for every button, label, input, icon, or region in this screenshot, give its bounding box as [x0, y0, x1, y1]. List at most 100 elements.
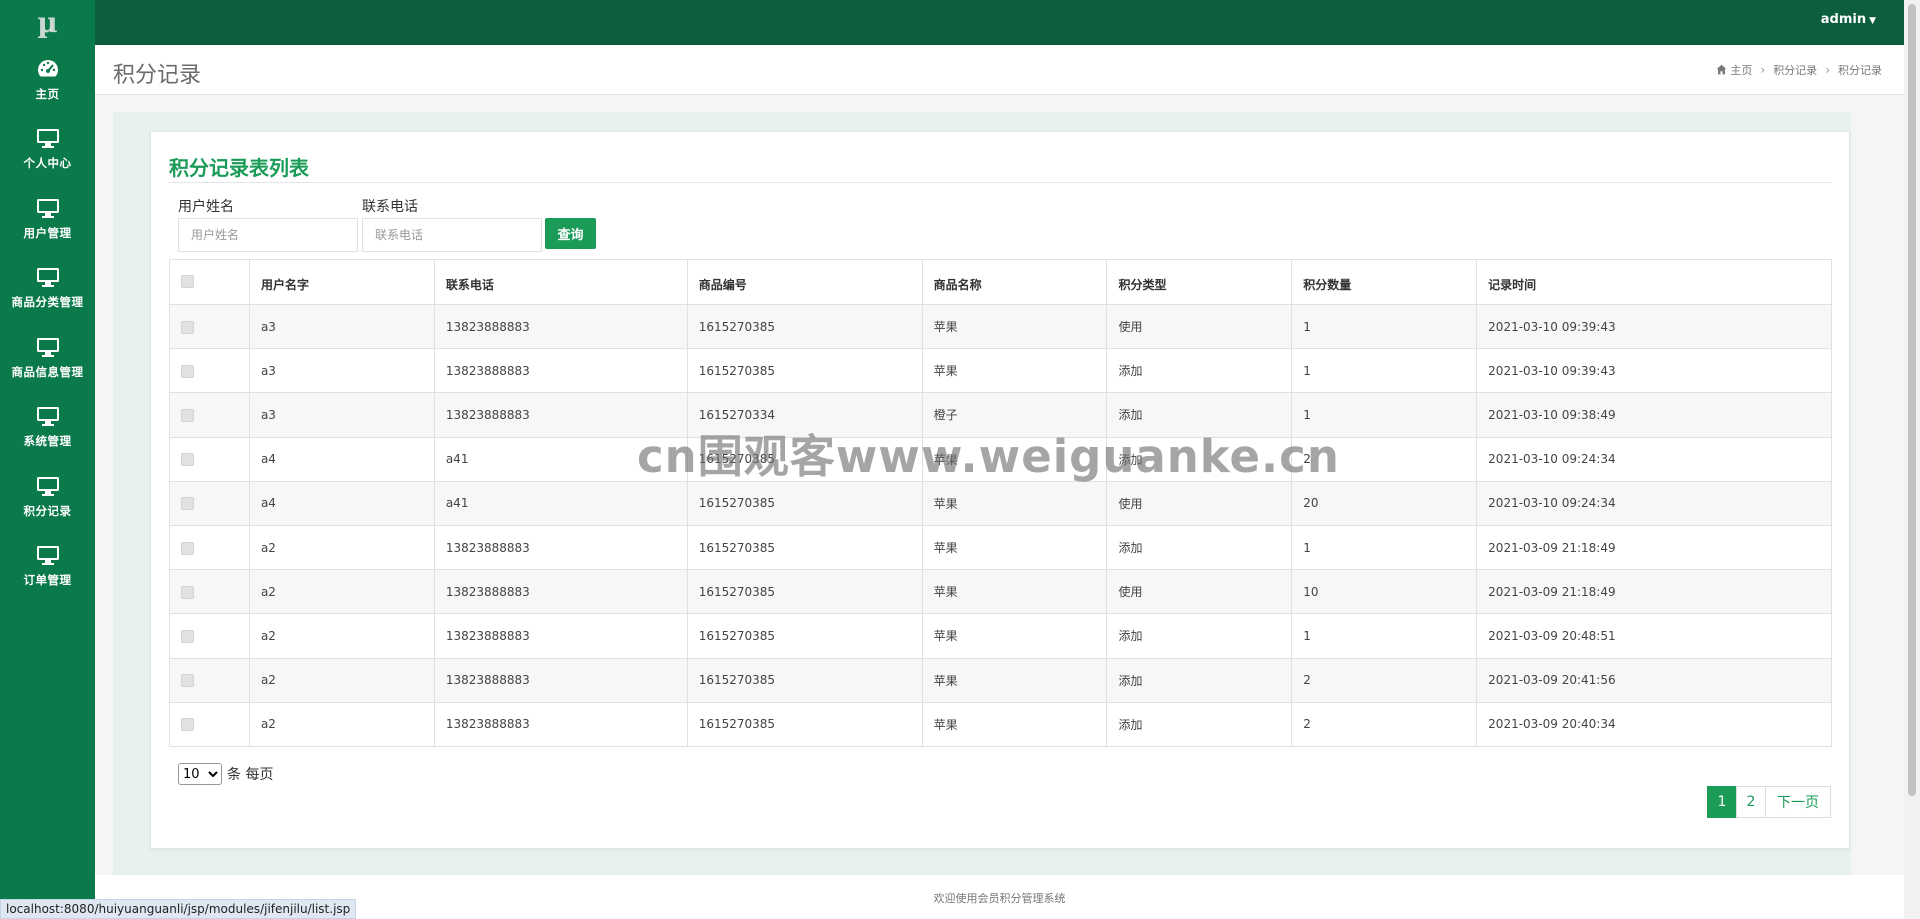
table-cell: a2: [248, 657, 435, 703]
monitor-icon: [35, 475, 61, 497]
records-table: 用户名字 联系电话 商品编号 商品名称 积分类型 积分数量 记录时间 a3 138238888…: [169, 259, 1832, 747]
app-logo[interactable]: µ: [0, 0, 95, 45]
sidebar-item[interactable]: 商品信息管理: [0, 323, 95, 393]
row-checkbox[interactable]: [181, 585, 194, 599]
page-button[interactable]: 2: [1736, 786, 1766, 818]
select-all-cell: [169, 259, 250, 305]
row-checkbox[interactable]: [181, 320, 194, 334]
sidebar-item-label: 订单管理: [23, 573, 72, 588]
monitor-icon: [35, 544, 61, 566]
row-checkbox[interactable]: [181, 718, 194, 732]
table-cell: 2021-03-10 09:39:43: [1476, 348, 1832, 394]
status-bar-url: localhost:8080/huiyuanguanli/jsp/modules…: [0, 899, 357, 919]
pagination: 1 2 下一页: [1707, 786, 1831, 818]
card-title: 积分记录表列表: [169, 156, 309, 180]
sidebar-item-label: 用户管理: [23, 225, 72, 240]
column-header[interactable]: 记录时间: [1476, 259, 1832, 305]
table-cell: 13823888883: [433, 348, 688, 394]
row-checkbox[interactable]: [181, 453, 194, 467]
user-menu[interactable]: admin ▼: [1821, 12, 1876, 27]
column-header[interactable]: 用户名字: [248, 259, 435, 305]
sidebar-item[interactable]: 积分记录: [0, 462, 95, 532]
column-header[interactable]: 积分数量: [1291, 259, 1478, 305]
monitor-icon: [35, 266, 61, 288]
table-cell: 13823888883: [433, 303, 688, 350]
monitor-icon: [35, 336, 61, 358]
sidebar-item[interactable]: 用户管理: [0, 184, 95, 254]
table-cell: 1: [1291, 524, 1478, 571]
sidebar-item[interactable]: 个人中心: [0, 115, 95, 185]
monitor-icon: [35, 405, 61, 427]
row-checkbox[interactable]: [181, 541, 194, 555]
name-label: 用户姓名: [178, 199, 234, 215]
table-row[interactable]: a3 13823888883 1615270385 苹果 添加 1 2021-03-10 0…: [169, 348, 1832, 394]
sidebar-item[interactable]: 商品分类管理: [0, 254, 95, 324]
table-cell: 添加: [1106, 348, 1293, 394]
row-checkbox[interactable]: [181, 408, 194, 422]
table-cell: a3: [248, 303, 435, 350]
table-cell: 添加: [1106, 524, 1293, 571]
table-cell: 苹果: [921, 701, 1108, 747]
table-cell: 1615270385: [686, 348, 923, 394]
page-button[interactable]: 1: [1707, 786, 1737, 818]
list-card: 积分记录表列表 用户姓名 联系电话 查询 用户名字联系电话商品编号商品名称积分类…: [150, 131, 1850, 849]
table-cell: 13823888883: [433, 701, 688, 747]
home-icon: [1717, 64, 1727, 75]
scrollbar-thumb[interactable]: [1908, 4, 1916, 796]
table-cell: 添加: [1106, 701, 1293, 747]
column-header[interactable]: 商品编号: [686, 259, 923, 305]
table-row[interactable]: a3 13823888883 1615270385 苹果 使用 1 2021-03-10 0…: [169, 303, 1832, 350]
select-all-checkbox[interactable]: [181, 275, 194, 288]
table-cell: 苹果: [921, 613, 1108, 659]
row-checkbox[interactable]: [181, 629, 194, 643]
table-header-row: 用户名字 联系电话 商品编号 商品名称 积分类型 积分数量 记录时间: [169, 259, 1832, 305]
next-page-button[interactable]: 下一页: [1765, 786, 1831, 818]
row-select-cell: [169, 524, 250, 571]
dashboard-icon: [35, 58, 61, 80]
table-row[interactable]: a4 a41 1615270385 苹果 使用 20 2021-03-10 09:24:34: [169, 480, 1832, 526]
table-cell: 1: [1291, 303, 1478, 350]
table-cell: 苹果: [921, 348, 1108, 394]
scrollbar[interactable]: [1904, 0, 1920, 919]
row-select-cell: [169, 348, 250, 394]
table-cell: a2: [248, 569, 435, 615]
sidebar-item[interactable]: 系统管理: [0, 393, 95, 463]
row-checkbox[interactable]: [181, 674, 194, 688]
row-checkbox[interactable]: [181, 497, 194, 511]
sidebar-item[interactable]: 主页: [0, 45, 95, 115]
table-cell: 2021-03-10 09:38:49: [1476, 392, 1832, 438]
column-header[interactable]: 积分类型: [1106, 259, 1293, 305]
table-cell: 2021-03-10 09:24:34: [1476, 436, 1832, 482]
table-cell: 苹果: [921, 480, 1108, 526]
per-page-select[interactable]: 10: [178, 763, 222, 785]
sidebar-item-label: 商品分类管理: [11, 295, 84, 310]
table-row[interactable]: a2 13823888883 1615270385 苹果 添加 2 2021-03-09 2…: [169, 657, 1832, 703]
row-select-cell: [169, 303, 250, 350]
sidebar-item[interactable]: 订单管理: [0, 532, 95, 602]
chevron-right-icon: ›: [1825, 63, 1830, 77]
column-header[interactable]: 联系电话: [433, 259, 688, 305]
phone-search-input[interactable]: [362, 218, 542, 252]
monitor-icon: [35, 197, 61, 219]
table-row[interactable]: a2 13823888883 1615270385 苹果 使用 10 2021-03-09 …: [169, 569, 1832, 615]
row-checkbox[interactable]: [181, 364, 194, 378]
table-cell: a2: [248, 613, 435, 659]
user-name: admin: [1820, 12, 1867, 27]
table-cell: a4: [248, 480, 435, 526]
column-header[interactable]: 商品名称: [921, 259, 1108, 305]
query-button[interactable]: 查询: [545, 218, 596, 249]
breadcrumb-home[interactable]: 主页: [1716, 62, 1752, 78]
breadcrumb-item[interactable]: 积分记录: [1773, 62, 1817, 78]
table-cell: 2021-03-10 09:24:34: [1476, 480, 1832, 526]
table-row[interactable]: a2 13823888883 1615270385 苹果 添加 2 2021-03-09 2…: [169, 701, 1832, 747]
table-row[interactable]: a2 13823888883 1615270385 苹果 添加 1 2021-03-09 2…: [169, 613, 1832, 659]
table-cell: 1: [1291, 613, 1478, 659]
table-cell: 2021-03-09 20:48:51: [1476, 613, 1832, 659]
table-cell: a4: [248, 436, 435, 482]
table-cell: 使用: [1106, 480, 1293, 526]
table-cell: 10: [1291, 569, 1478, 615]
table-cell: 2: [1291, 701, 1478, 747]
name-search-input[interactable]: [178, 218, 358, 252]
table-row[interactable]: a2 13823888883 1615270385 苹果 添加 1 2021-03-09 2…: [169, 524, 1832, 571]
divider: [169, 182, 1831, 183]
